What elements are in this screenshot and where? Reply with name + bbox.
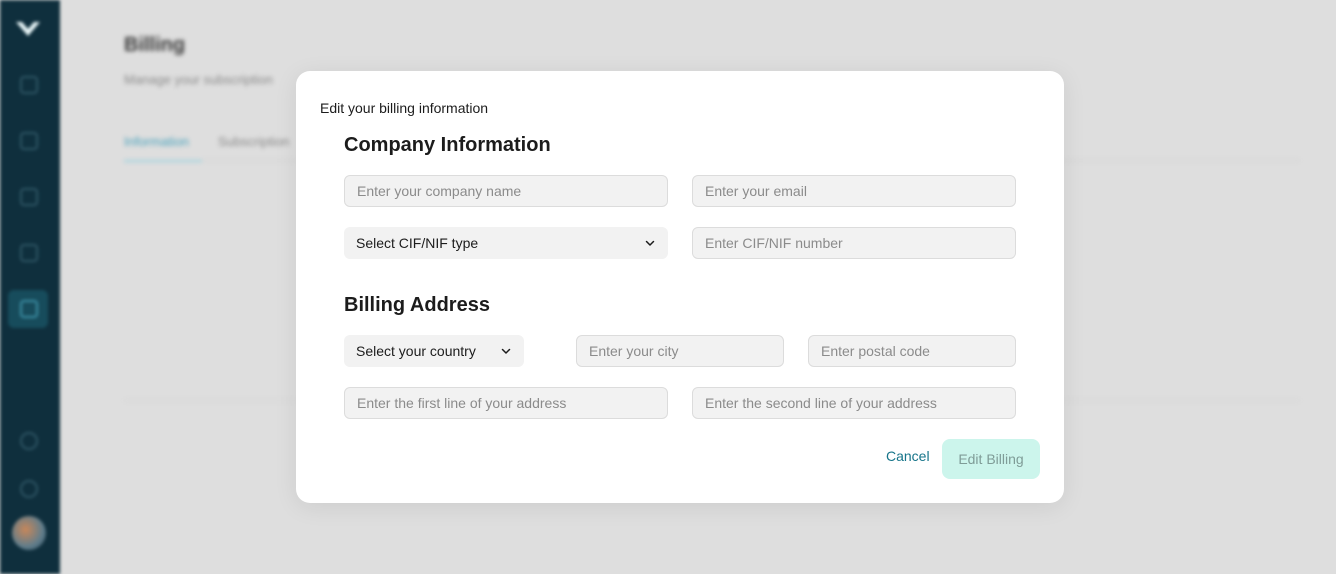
edit-billing-button[interactable]: Edit Billing <box>942 439 1040 479</box>
help-icon[interactable] <box>20 432 38 450</box>
avatar[interactable] <box>12 516 46 550</box>
tab-subscription[interactable]: Subscription <box>218 134 290 149</box>
postal-code-input[interactable] <box>808 335 1016 367</box>
billing-icon[interactable] <box>20 300 38 318</box>
cif-type-select-value: Select CIF/NIF type <box>356 235 479 251</box>
address-line1-input[interactable] <box>344 387 668 419</box>
logo-icon[interactable] <box>14 18 42 40</box>
sidebar <box>0 0 60 574</box>
tab-underline <box>124 160 202 162</box>
company-name-input[interactable] <box>344 175 668 207</box>
chat-icon[interactable] <box>20 76 38 94</box>
billing-address-heading: Billing Address <box>344 294 490 316</box>
edit-billing-dialog: Edit your billing information Company In… <box>296 71 1064 503</box>
company-information-heading: Company Information <box>344 134 551 156</box>
country-select[interactable]: Select your country <box>344 335 524 367</box>
cif-type-select[interactable]: Select CIF/NIF type <box>344 227 668 259</box>
chevron-down-icon <box>645 240 655 246</box>
book-icon[interactable] <box>20 244 38 262</box>
page-title: Billing <box>124 34 186 56</box>
cif-number-input[interactable] <box>692 227 1016 259</box>
address-line2-input[interactable] <box>692 387 1016 419</box>
cancel-button[interactable]: Cancel <box>886 448 930 464</box>
page-subtitle: Manage your subscription <box>124 72 273 87</box>
settings-icon[interactable] <box>20 480 38 498</box>
tab-information[interactable]: Information <box>124 134 189 149</box>
email-input[interactable] <box>692 175 1016 207</box>
dialog-title: Edit your billing information <box>320 100 489 116</box>
chart-icon[interactable] <box>20 188 38 206</box>
city-input[interactable] <box>576 335 784 367</box>
country-select-value: Select your country <box>356 343 476 359</box>
document-icon[interactable] <box>20 132 38 150</box>
chevron-down-icon <box>501 348 511 354</box>
